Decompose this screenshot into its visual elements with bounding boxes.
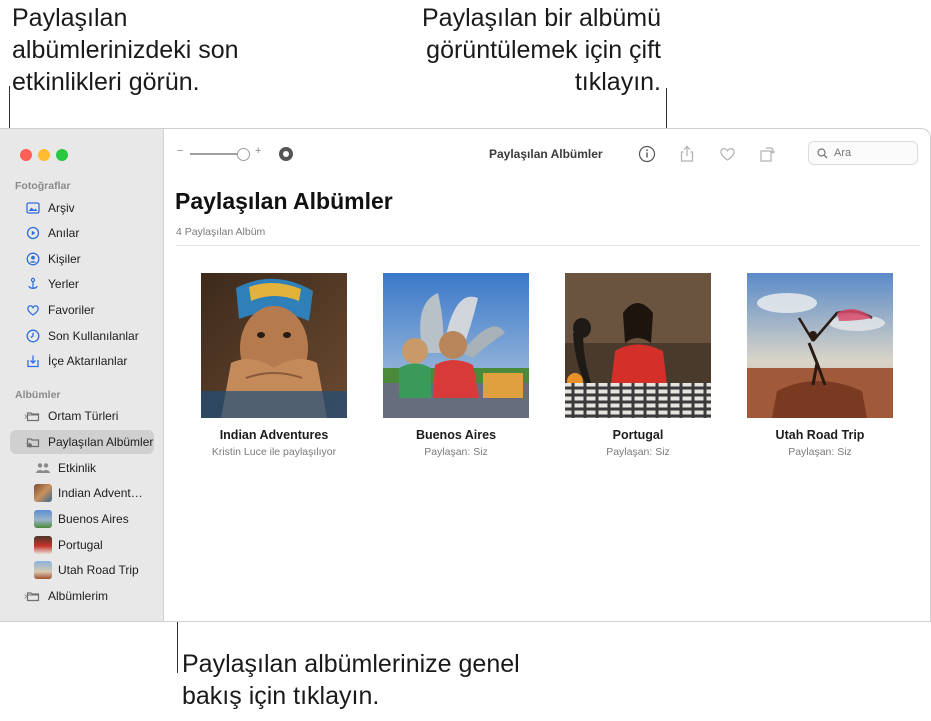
sidebar-subitem-buenos-aires[interactable]: Buenos Aires [34, 507, 129, 531]
sidebar-section-photos: Fotoğraflar [15, 180, 71, 192]
sidebar-item-label: Albümlerim [48, 589, 109, 603]
rotate-button[interactable] [757, 144, 777, 164]
sidebar-item-label: Paylaşılan Albümler [48, 435, 154, 449]
places-icon [26, 277, 40, 291]
album-card-portugal[interactable]: Portugal Paylaşan: Siz [565, 273, 711, 458]
sidebar-section-albums: Albümler [15, 389, 61, 401]
album-thumbnail [34, 510, 52, 528]
sidebar-item-label: Utah Road Trip [58, 563, 139, 577]
album-cover-photo [201, 273, 347, 418]
sidebar-item-memories[interactable]: Anılar [10, 221, 154, 245]
sidebar-item-people[interactable]: Kişiler [10, 247, 154, 271]
album-name: Portugal [612, 428, 664, 442]
sidebar-item-label: İçe Aktarılanlar [48, 354, 128, 368]
album-card-buenos-aires[interactable]: Buenos Aires Paylaşan: Siz [383, 273, 529, 458]
library-icon [26, 201, 40, 215]
close-window-button[interactable] [20, 149, 32, 161]
sidebar-item-label: Arşiv [48, 201, 75, 215]
callout-overview: Paylaşılan albümlerinize genel bakış içi… [182, 650, 520, 710]
album-cover-photo [383, 273, 529, 418]
sidebar-subitem-indian-adventures[interactable]: Indian Advent… [34, 481, 143, 505]
search-field[interactable] [808, 141, 918, 165]
search-icon [817, 147, 828, 159]
album-shared-by: Paylaşan: Siz [606, 446, 670, 458]
sidebar-item-label: Son Kullanılanlar [48, 329, 139, 343]
share-button[interactable] [677, 144, 697, 164]
clock-icon [26, 329, 40, 343]
callout-recent-activity: Paylaşılan albümlerinizdeki son etkinlik… [12, 4, 239, 96]
sidebar-item-label: Buenos Aires [58, 512, 129, 526]
heart-icon [26, 303, 40, 317]
callout-double-click-album: Paylaşılan bir albümü görüntülemek için … [421, 4, 661, 96]
people-icon [26, 252, 40, 266]
sidebar-item-shared-albums[interactable]: ⌄ Paylaşılan Albümler [10, 430, 154, 454]
toolbar-title: Paylaşılan Albümler [489, 147, 603, 161]
maximize-window-button[interactable] [56, 149, 68, 161]
album-name: Indian Adventures [219, 428, 329, 442]
sidebar-subitem-utah-road-trip[interactable]: Utah Road Trip [34, 558, 139, 582]
zoom-slider[interactable] [190, 153, 240, 155]
sidebar-item-imports[interactable]: İçe Aktarılanlar [10, 349, 154, 373]
chevron-down-icon[interactable]: ⌄ [24, 437, 32, 448]
sidebar: Fotoğraflar Arşiv Anılar Kişiler Yerler [0, 129, 164, 621]
album-shared-by: Kristin Luce ile paylaşılıyor [211, 446, 337, 458]
sidebar-item-label: Ortam Türleri [48, 409, 119, 423]
sidebar-subitem-portugal[interactable]: Portugal [34, 533, 103, 557]
minimize-window-button[interactable] [38, 149, 50, 161]
album-name: Buenos Aires [415, 428, 497, 442]
folder-icon [26, 409, 40, 423]
slideshow-button[interactable] [276, 144, 296, 164]
chevron-right-icon[interactable]: › [24, 411, 27, 422]
album-card-indian-adventures[interactable]: Indian Adventures Kristin Luce ile payla… [201, 273, 347, 458]
album-thumbnail [34, 484, 52, 502]
sidebar-item-label: Indian Advent… [58, 486, 143, 500]
sidebar-item-label: Favoriler [48, 303, 95, 317]
album-name: Utah Road Trip [775, 428, 865, 442]
folder-icon [26, 589, 40, 603]
zoom-slider-knob[interactable] [237, 148, 250, 161]
sidebar-item-label: Etkinlik [58, 461, 97, 475]
album-count: 4 Paylaşılan Albüm [176, 226, 266, 238]
search-input[interactable] [834, 147, 904, 159]
sidebar-item-library[interactable]: Arşiv [10, 196, 154, 220]
album-thumbnail [34, 561, 52, 579]
sidebar-item-label: Portugal [58, 538, 103, 552]
chevron-right-icon[interactable]: › [24, 591, 27, 602]
sidebar-subitem-activity[interactable]: Etkinlik [34, 456, 96, 480]
album-card-utah-road-trip[interactable]: Utah Road Trip Paylaşan: Siz [747, 273, 893, 458]
activity-icon [34, 462, 52, 474]
album-thumbnail [34, 536, 52, 554]
sidebar-item-label: Anılar [48, 226, 80, 240]
sidebar-item-my-albums[interactable]: › Albümlerim [10, 584, 154, 608]
memories-icon [26, 226, 40, 240]
toolbar: − + Paylaşılan Albümler [164, 129, 930, 179]
import-icon [26, 354, 40, 368]
sidebar-item-recents[interactable]: Son Kullanılanlar [10, 324, 154, 348]
album-cover-photo [565, 273, 711, 418]
sidebar-item-places[interactable]: Yerler [10, 272, 154, 296]
zoom-in-label: + [255, 145, 262, 157]
sidebar-item-media-types[interactable]: › Ortam Türleri [10, 404, 154, 428]
info-button[interactable] [637, 144, 657, 164]
sidebar-item-favorites[interactable]: Favoriler [10, 298, 154, 322]
divider [176, 245, 920, 246]
favorite-button[interactable] [717, 144, 737, 164]
album-shared-by: Paylaşan: Siz [788, 446, 852, 458]
sidebar-item-label: Yerler [48, 277, 79, 291]
album-shared-by: Paylaşan: Siz [424, 446, 488, 458]
zoom-out-label: − [177, 145, 184, 157]
album-cover-photo [747, 273, 893, 418]
sidebar-item-label: Kişiler [48, 252, 81, 266]
page-title: Paylaşılan Albümler [175, 188, 393, 214]
